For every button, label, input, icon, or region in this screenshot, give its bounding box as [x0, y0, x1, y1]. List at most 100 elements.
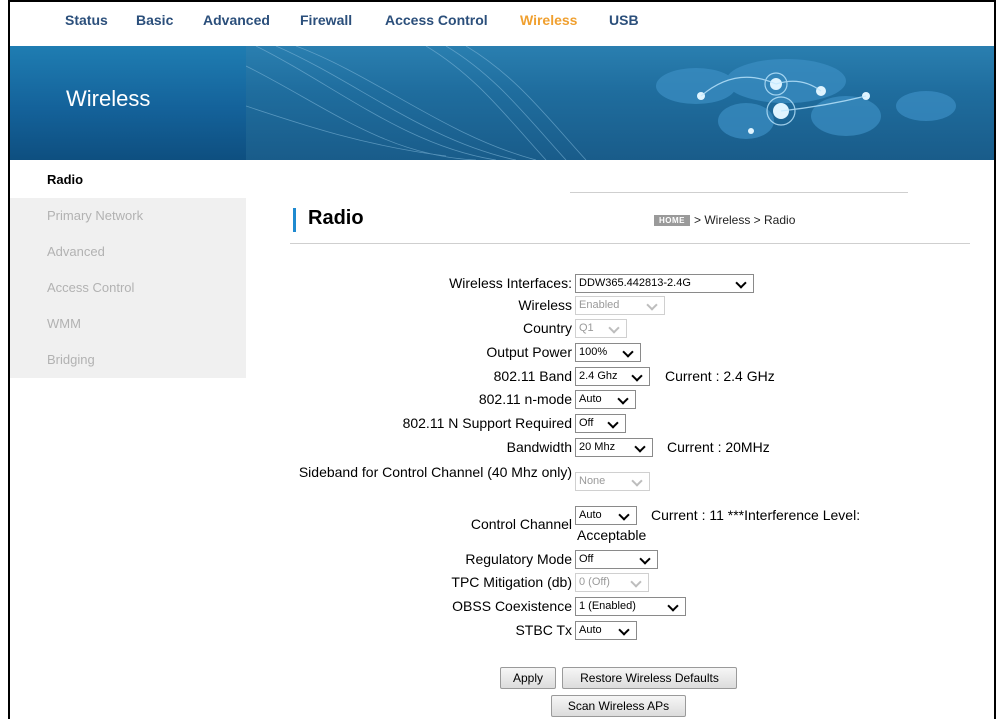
regulatory-mode-value: Off — [579, 553, 594, 565]
nav-access-control[interactable]: Access Control — [385, 12, 488, 28]
bandwidth-current: Current : 20MHz — [667, 439, 770, 455]
chevron-down-icon — [646, 299, 658, 311]
stbc-tx-label: STBC Tx — [515, 622, 572, 638]
row-band: 802.11 Band 2.4 Ghz Current : 2.4 GHz — [0, 367, 999, 387]
chevron-down-icon — [622, 346, 634, 358]
header-divider — [290, 243, 970, 244]
control-channel-value: Auto — [579, 509, 602, 521]
sideband-select: None — [575, 472, 650, 491]
page-title: Radio — [308, 207, 364, 229]
restore-defaults-button[interactable]: Restore Wireless Defaults — [562, 667, 737, 689]
row-sideband: Sideband for Control Channel (40 Mhz onl… — [0, 462, 999, 502]
nav-advanced[interactable]: Advanced — [203, 12, 270, 28]
tpc-mitigation-label: TPC Mitigation (db) — [451, 574, 572, 590]
stbc-tx-value: Auto — [579, 624, 602, 636]
sidebar-item-radio[interactable]: Radio — [10, 162, 246, 198]
title-accent-bar — [293, 208, 296, 232]
row-bandwidth: Bandwidth 20 Mhz Current : 20MHz — [0, 438, 999, 458]
scan-wireless-aps-button[interactable]: Scan Wireless APs — [551, 695, 686, 717]
nav-firewall[interactable]: Firewall — [300, 12, 352, 28]
interference-level: Acceptable — [577, 527, 647, 543]
chevron-down-icon — [667, 600, 679, 612]
chevron-down-icon — [608, 322, 620, 334]
sidebar-item-label: Radio — [47, 172, 84, 187]
n-mode-select[interactable]: Auto — [575, 390, 636, 409]
n-mode-label: 802.11 n-mode — [478, 391, 572, 407]
obss-coexistence-label: OBSS Coexistence — [452, 598, 572, 614]
wireless-select: Enabled — [575, 296, 665, 315]
apply-button[interactable]: Apply — [500, 667, 556, 689]
home-icon[interactable]: HOME — [654, 215, 690, 226]
bandwidth-label: Bandwidth — [506, 439, 572, 455]
sidebar-item-advanced[interactable]: Advanced — [10, 234, 246, 270]
chevron-down-icon — [634, 441, 646, 453]
country-value: Q1 — [579, 322, 594, 334]
chevron-down-icon — [639, 553, 651, 565]
obss-coexistence-select[interactable]: 1 (Enabled) — [575, 597, 686, 616]
stbc-tx-select[interactable]: Auto — [575, 621, 637, 640]
world-map-graphic — [246, 46, 956, 160]
row-wireless-interfaces: Wireless Interfaces: DDW365.442813-2.4G — [0, 274, 999, 294]
row-obss-coexistence: OBSS Coexistence 1 (Enabled) — [0, 597, 999, 617]
n-support-required-label: 802.11 N Support Required — [402, 415, 572, 431]
n-support-required-select[interactable]: Off — [575, 414, 626, 433]
regulatory-mode-select[interactable]: Off — [575, 550, 658, 569]
sidebar-item-primary-network[interactable]: Primary Network — [10, 198, 246, 234]
wireless-interfaces-value: DDW365.442813-2.4G — [579, 277, 691, 289]
header-divider-top — [570, 192, 908, 193]
row-tpc-mitigation: TPC Mitigation (db) 0 (Off) — [0, 573, 999, 593]
banner-title: Wireless — [66, 86, 151, 111]
chevron-down-icon — [631, 370, 643, 382]
chevron-down-icon — [630, 576, 642, 588]
wireless-interfaces-label: Wireless Interfaces: — [449, 275, 572, 291]
chevron-down-icon — [735, 277, 747, 289]
chevron-down-icon — [631, 475, 643, 487]
control-channel-current: Current : 11 ***Interference Level: — [651, 507, 861, 523]
chevron-down-icon — [618, 624, 630, 636]
country-select: Q1 — [575, 319, 627, 338]
top-navigation: Status Basic Advanced Firewall Access Co… — [10, 2, 994, 46]
n-support-required-value: Off — [579, 417, 594, 429]
country-label: Country — [522, 320, 572, 336]
output-power-label: Output Power — [486, 344, 572, 360]
band-value: 2.4 Ghz — [579, 370, 618, 382]
row-stbc-tx: STBC Tx Auto — [0, 621, 999, 641]
row-regulatory-mode: Regulatory Mode Off — [0, 550, 999, 570]
nav-usb[interactable]: USB — [609, 12, 639, 28]
output-power-select[interactable]: 100% — [575, 343, 641, 362]
breadcrumb: HOME > Wireless > Radio — [654, 213, 795, 227]
chevron-down-icon — [607, 417, 619, 429]
sideband-label: Sideband for Control Channel (40 Mhz onl… — [298, 464, 572, 480]
sideband-value: None — [579, 475, 606, 487]
row-output-power: Output Power 100% — [0, 343, 999, 363]
sidebar-item-label: Primary Network — [47, 208, 144, 223]
chevron-down-icon — [618, 509, 630, 521]
tpc-mitigation-value: 0 (Off) — [579, 576, 610, 588]
row-wireless: Wireless Enabled — [0, 296, 999, 316]
band-current: Current : 2.4 GHz — [665, 368, 775, 384]
n-mode-value: Auto — [579, 393, 602, 405]
row-n-mode: 802.11 n-mode Auto — [0, 390, 999, 410]
sidebar-item-label: Advanced — [47, 244, 105, 259]
control-channel-select[interactable]: Auto — [575, 506, 637, 525]
wireless-label: Wireless — [518, 297, 572, 313]
chevron-down-icon — [617, 393, 629, 405]
bandwidth-select[interactable]: 20 Mhz — [575, 438, 653, 457]
breadcrumb-path: > Wireless > Radio — [694, 213, 796, 227]
band-label: 802.11 Band — [493, 368, 572, 384]
nav-basic[interactable]: Basic — [136, 12, 173, 28]
row-n-support-required: 802.11 N Support Required Off — [0, 414, 999, 434]
row-country: Country Q1 — [0, 319, 999, 339]
header-banner: Wireless — [10, 46, 994, 160]
regulatory-mode-label: Regulatory Mode — [465, 551, 572, 567]
nav-wireless[interactable]: Wireless — [520, 12, 577, 28]
bandwidth-value: 20 Mhz — [579, 441, 616, 453]
wireless-interfaces-select[interactable]: DDW365.442813-2.4G — [575, 274, 754, 293]
control-channel-label: Control Channel — [470, 516, 572, 532]
row-control-channel: Control Channel Auto Current : 11 ***Int… — [0, 506, 999, 546]
obss-coexistence-value: 1 (Enabled) — [579, 600, 636, 612]
band-select[interactable]: 2.4 Ghz — [575, 367, 650, 386]
tpc-mitigation-select: 0 (Off) — [575, 573, 649, 592]
nav-status[interactable]: Status — [65, 12, 108, 28]
wireless-value: Enabled — [579, 299, 620, 311]
